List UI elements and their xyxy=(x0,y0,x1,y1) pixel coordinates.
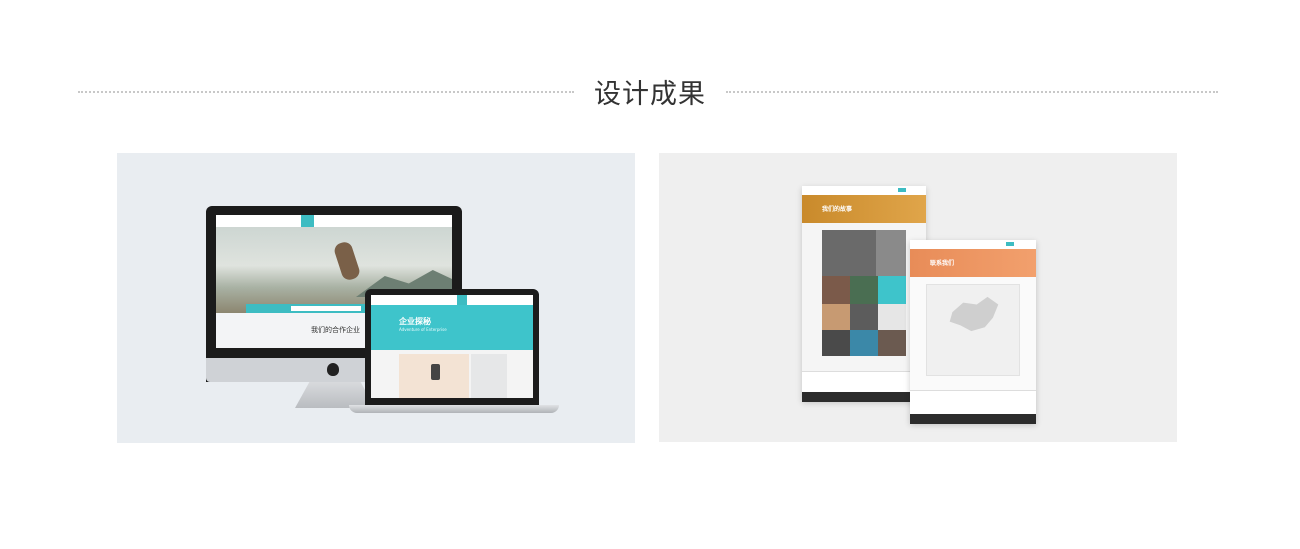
laptop-hero-subtitle: Adventure of Enterprise xyxy=(399,327,447,332)
jumping-person-graphic xyxy=(332,240,362,282)
showcase-panel-pages: 我们的故事 联系我们 xyxy=(659,153,1177,442)
photo-tile xyxy=(822,304,850,330)
phone-graphic xyxy=(431,364,440,380)
laptop-hero-banner: 企业探秘 Adventure of Enterprise xyxy=(371,305,533,350)
photo-tile-accent xyxy=(878,276,906,304)
story-banner: 我们的故事 xyxy=(802,195,926,223)
contact-banner-title: 联系我们 xyxy=(930,260,955,267)
story-banner-title: 我们的故事 xyxy=(822,206,853,213)
photo-tile xyxy=(822,330,850,356)
contact-map-box xyxy=(926,284,1020,376)
laptop-screen: 企业探秘 Adventure of Enterprise xyxy=(371,295,533,398)
story-footer-dark-bar xyxy=(802,392,926,402)
contact-nav-active xyxy=(1006,242,1014,246)
partners-heading: 我们的合作企业 xyxy=(311,326,360,334)
laptop-card-row xyxy=(371,350,533,398)
showcase-panel-desktop: 我们的合作企业 企业探秘 Adventure of Enterprise xyxy=(117,153,635,443)
hero-search-input xyxy=(291,306,361,311)
photo-tile xyxy=(878,304,906,330)
laptop-card-feature xyxy=(399,354,469,398)
title-divider-right xyxy=(726,91,1218,93)
story-nav-active xyxy=(898,188,906,192)
laptop-hero-title: 企业探秘 xyxy=(399,317,431,326)
contact-footer-dark-bar xyxy=(910,414,1036,424)
laptop-base xyxy=(349,405,559,413)
photo-tile xyxy=(878,330,906,356)
contact-banner: 联系我们 xyxy=(910,249,1036,277)
laptop-nav-active-tab xyxy=(457,295,467,305)
team-photo-grid xyxy=(822,230,906,356)
story-page-footer xyxy=(802,371,926,402)
apple-logo-icon xyxy=(327,363,339,376)
photo-tile xyxy=(822,230,876,276)
title-divider-left xyxy=(78,91,574,93)
photo-tile xyxy=(876,230,906,276)
photo-tile xyxy=(850,276,878,304)
laptop-nav-bar xyxy=(371,295,533,305)
photo-tile xyxy=(822,276,850,304)
photo-tile xyxy=(850,330,878,356)
story-page-mockup: 我们的故事 xyxy=(802,186,926,402)
photo-tile xyxy=(850,304,878,330)
contact-page-mockup: 联系我们 xyxy=(910,240,1036,424)
contact-page-footer xyxy=(910,390,1036,424)
laptop-mockup: 企业探秘 Adventure of Enterprise xyxy=(365,289,539,405)
nav-active-tab xyxy=(301,215,314,227)
laptop-card-device xyxy=(471,354,507,398)
china-map-graphic xyxy=(949,296,999,332)
